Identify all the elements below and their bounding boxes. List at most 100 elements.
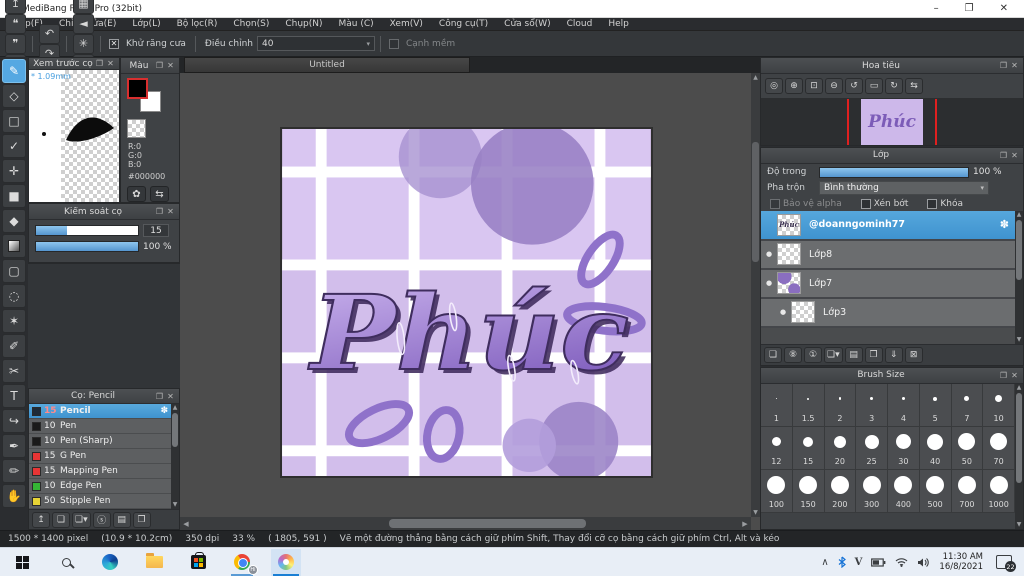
merge-layer-icon[interactable]: ⇓ [884, 346, 903, 363]
select-pen-tool[interactable]: ✐ [2, 334, 26, 358]
brush-folder-icon[interactable]: ▤ [112, 511, 131, 528]
taskbar-clock[interactable]: 11:30 AM 16/8/2021 [939, 552, 983, 572]
brush-item-pen[interactable]: 10 Pen [29, 419, 171, 435]
fit-window-icon[interactable]: ⊡ [805, 78, 823, 94]
rotate-left-icon[interactable]: ↺ [845, 78, 863, 94]
brush-size-option-150[interactable]: 150 [792, 469, 825, 513]
canvas-artwork[interactable]: Phúc Phúc [280, 127, 653, 478]
text-tool[interactable]: T [2, 384, 26, 408]
layer-row-lp7[interactable]: ● Lớp7 [761, 269, 1015, 299]
layer-row-doanngominh77[interactable]: Phúc @doanngominh77 ✽ [761, 210, 1015, 241]
undo-icon[interactable]: ↶ [39, 23, 60, 44]
taskbar-store-button[interactable] [183, 549, 213, 576]
add-brush-icon[interactable]: ❏ [52, 511, 70, 528]
notification-center-icon[interactable]: 22 [996, 555, 1016, 572]
minimize-button[interactable]: – [934, 0, 939, 18]
brush-size-option-7[interactable]: 7 [951, 383, 984, 427]
duplicate-brush-icon[interactable]: ❐ [132, 511, 151, 528]
scroll-up-icon[interactable]: ▲ [173, 404, 178, 412]
brush-size-option-200[interactable]: 200 [824, 469, 857, 513]
delete-layer-icon[interactable]: ⊠ [904, 346, 923, 363]
brush-size-option-30[interactable]: 30 [888, 426, 920, 470]
brush-size-option-5[interactable]: 5 [919, 383, 952, 427]
snap-pen-tool[interactable]: ✏ [2, 459, 26, 483]
menu-item-chns[interactable]: Chọn(S) [225, 18, 277, 31]
panel-popout-icon[interactable]: ❐ [154, 392, 165, 401]
brush-size-option-20[interactable]: 20 [824, 426, 857, 470]
navigator-thumbnail[interactable]: Phúc [861, 99, 923, 145]
menu-item-help[interactable]: Help [600, 18, 637, 31]
brush-size-option-10[interactable]: 10 [983, 383, 1015, 427]
brush-size-option-25[interactable]: 25 [856, 426, 888, 470]
brush-size-option-2[interactable]: 2 [824, 383, 857, 427]
zoom-out-icon[interactable]: ⊖ [825, 78, 843, 94]
scrollbar-thumb[interactable] [1016, 219, 1022, 280]
layer-visible-icon[interactable]: ● [775, 308, 791, 316]
panel-close-icon[interactable]: ✕ [105, 59, 116, 68]
eraser-tool[interactable]: ◇ [2, 84, 26, 108]
snap-vanishing-icon[interactable]: ◄ [73, 13, 94, 34]
scroll-left-icon[interactable]: ◀ [180, 520, 192, 528]
transparent-color-swatch[interactable] [127, 119, 146, 138]
panel-close-icon[interactable]: ✕ [165, 207, 176, 216]
panel-popout-icon[interactable]: ❐ [998, 371, 1009, 380]
wifi-icon[interactable] [895, 557, 908, 567]
layer-folder-icon[interactable]: ▤ [844, 346, 863, 363]
brush-size-slider[interactable] [35, 225, 139, 236]
navigator-preview[interactable]: Phúc [761, 98, 1023, 145]
foreground-color-swatch[interactable] [127, 78, 148, 99]
layer-settings-icon[interactable]: ✽ [1000, 218, 1009, 231]
marquee-select-tool[interactable]: ▢ [2, 259, 26, 283]
swap-colors-icon[interactable]: ⇆ [150, 186, 169, 202]
scrollbar-thumb[interactable] [172, 413, 178, 448]
layer-opacity-slider[interactable] [819, 166, 969, 178]
layer-visible-icon[interactable]: ● [761, 279, 777, 287]
script-brush-icon[interactable]: ⓢ [92, 511, 111, 528]
brush-size-option-70[interactable]: 70 [983, 426, 1015, 470]
blend-mode-dropdown[interactable]: Bình thường ▾ [819, 180, 989, 195]
upload-brush-icon[interactable]: ↥ [32, 511, 50, 528]
layer-row-lp8[interactable]: ● Lớp8 [761, 240, 1015, 270]
share-icon[interactable]: ↥ [5, 0, 26, 14]
panel-close-icon[interactable]: ✕ [165, 392, 176, 401]
scroll-up-icon[interactable]: ▲ [1017, 384, 1022, 392]
panel-popout-icon[interactable]: ❐ [154, 61, 165, 70]
layer-visible-icon[interactable]: ● [761, 250, 777, 258]
comment-icon[interactable]: ❝ [5, 13, 26, 34]
bucket-tool[interactable]: ◆ [2, 209, 26, 233]
taskbar-explorer-button[interactable] [139, 549, 169, 576]
volume-icon[interactable] [917, 557, 930, 568]
div-pen-tool[interactable]: ✒ [2, 434, 26, 458]
document-tab[interactable]: Untitled [184, 57, 470, 73]
brush-size-option-100[interactable]: 100 [761, 469, 793, 513]
bluetooth-icon[interactable] [838, 556, 846, 568]
layer-list-scrollbar[interactable]: ▲ ▼ [1015, 210, 1023, 344]
canvas-horizontal-scrollbar[interactable]: ◀ ▶ [180, 517, 751, 530]
comment-list-icon[interactable]: ❞ [5, 33, 26, 54]
battery-icon[interactable] [871, 557, 886, 567]
panel-close-icon[interactable]: ✕ [165, 61, 176, 70]
panel-close-icon[interactable]: ✕ [1009, 61, 1020, 70]
taskbar-edge-button[interactable] [95, 549, 125, 576]
magic-wand-tool[interactable]: ✶ [2, 309, 26, 333]
move-tool[interactable]: ✛ [2, 159, 26, 183]
menu-item-lpl[interactable]: Lớp(L) [124, 18, 168, 31]
duplicate-layer-icon[interactable]: ❐ [864, 346, 883, 363]
brush-size-option-700[interactable]: 700 [951, 469, 984, 513]
rotate-right-icon[interactable]: ↻ [885, 78, 903, 94]
add-layer-icon[interactable]: ❏ [764, 346, 782, 363]
restore-button[interactable]: ❐ [965, 0, 974, 18]
hand-tool[interactable]: ✋ [2, 484, 26, 508]
palette-icon[interactable]: ✿ [127, 186, 146, 202]
snap-radial-icon[interactable]: ✳ [73, 33, 94, 54]
brush-size-option-500[interactable]: 500 [919, 469, 952, 513]
add-layer-menu-icon[interactable]: ❏▾ [824, 346, 843, 363]
tray-expand-icon[interactable]: ∧ [821, 557, 828, 568]
brush-item-edge-pen[interactable]: 10 Edge Pen [29, 479, 171, 495]
zoom-100-icon[interactable]: ◎ [765, 78, 783, 94]
brush-settings-icon[interactable]: ✽ [160, 406, 168, 416]
protect-alpha-checkbox[interactable] [770, 198, 780, 209]
menu-item-muc[interactable]: Màu (C) [331, 18, 382, 31]
gradient-tool[interactable] [2, 234, 26, 258]
brush-opacity-slider[interactable] [35, 241, 139, 252]
